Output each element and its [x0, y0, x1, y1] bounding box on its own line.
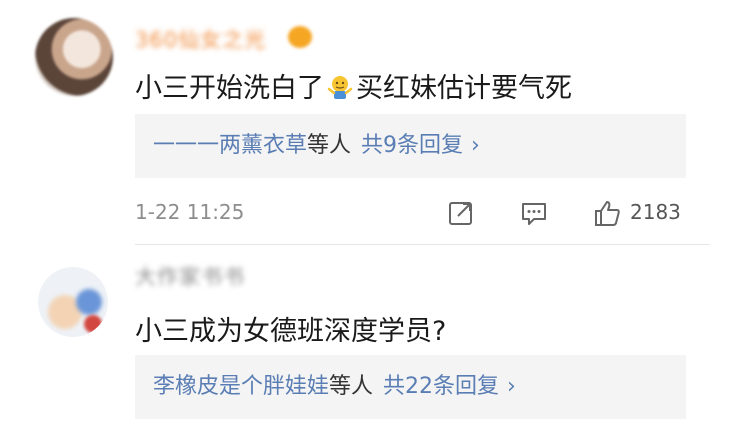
reply-names-link[interactable]: 一一一两薰衣草: [153, 133, 307, 158]
reply-count-link[interactable]: 共9条回复: [361, 133, 463, 158]
comment-text-part: 买红妹估计要气死: [356, 73, 572, 104]
reply-names-link[interactable]: 李橡皮是个胖娃娃: [153, 374, 329, 399]
chevron-right-icon: ›: [471, 133, 480, 158]
chevron-right-icon: ›: [507, 374, 516, 399]
comment-text: 小三成为女德班深度学员?: [135, 316, 447, 347]
reply-count-link[interactable]: 共22条回复: [383, 374, 499, 399]
reply-summary[interactable]: 李橡皮是个胖娃娃等人 共22条回复 ›: [135, 355, 686, 419]
reply-suffix: 等人: [329, 374, 374, 399]
comment-item: 大作家书书 小三成为女德班深度学员? 李橡皮是个胖娃娃等人 共22条回复 ›: [0, 245, 754, 440]
avatar[interactable]: [35, 18, 113, 96]
timestamp: 1-22 11:25: [135, 200, 245, 224]
comment-footer: 1-22 11:25 2183: [0, 196, 754, 232]
share-icon[interactable]: [446, 198, 476, 228]
reply-summary[interactable]: 一一一两薰衣草等人 共9条回复 ›: [135, 114, 686, 178]
shrug-emoji-icon: [327, 76, 353, 99]
comment-icon[interactable]: [519, 198, 549, 228]
comment-text: 小三开始洗白了 买红妹估计要气死: [135, 66, 572, 105]
username[interactable]: 大作家书书: [135, 261, 245, 291]
vip-badge-icon: [288, 26, 312, 48]
comment-text-part: 小三开始洗白了: [135, 73, 324, 104]
comment-item: 360仙女之光 小三开始洗白了 买红妹估计要气死 一一一两薰衣草等人 共9条回复 ›…: [0, 0, 754, 245]
like-count: 2183: [630, 200, 681, 224]
reply-suffix: 等人: [307, 133, 352, 158]
avatar[interactable]: [38, 267, 108, 337]
username[interactable]: 360仙女之光: [135, 24, 266, 54]
thumbs-up-icon[interactable]: [592, 198, 622, 228]
